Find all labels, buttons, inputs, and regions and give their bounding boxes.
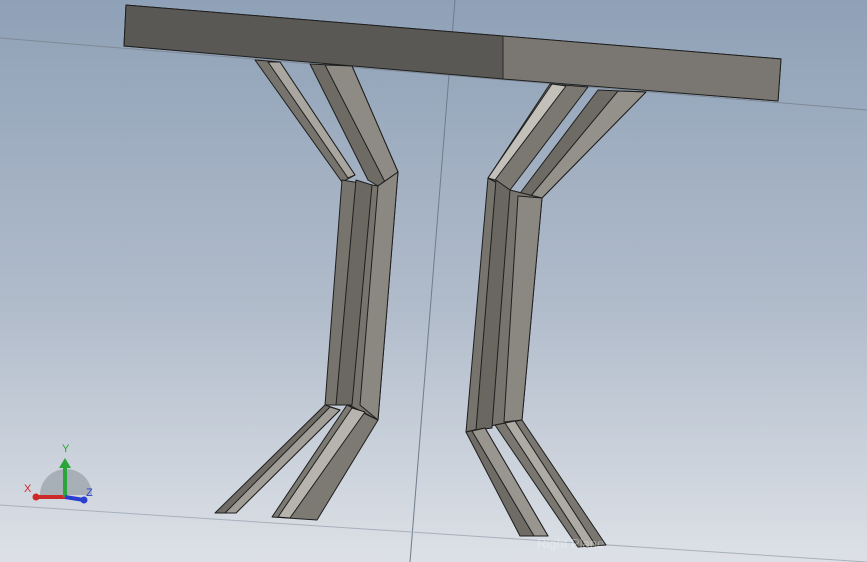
triad-x-label: X: [24, 483, 32, 495]
graphics-viewport[interactable]: X Y Z Right Plane: [0, 0, 867, 562]
triad-z-label: Z: [86, 487, 93, 499]
model-scene[interactable]: [0, 0, 867, 562]
right-plane-label: Right Plane: [537, 536, 605, 551]
triad-y-label: Y: [62, 443, 70, 455]
triad-x-cap: [32, 493, 40, 501]
